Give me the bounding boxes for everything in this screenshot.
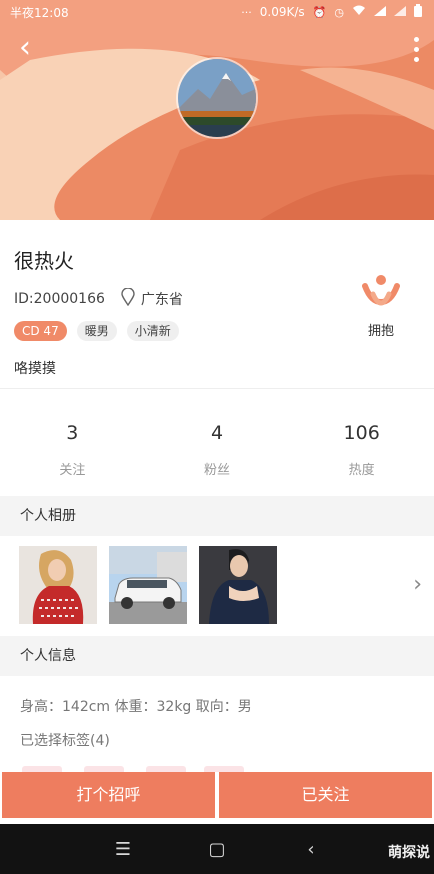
- greet-button[interactable]: 打个招呼: [2, 772, 215, 818]
- back-button[interactable]: ‹: [8, 30, 42, 68]
- clock-icon: ◷: [334, 5, 344, 19]
- nickname: 很热火: [14, 249, 74, 273]
- status-time: 半夜12:08: [10, 5, 69, 20]
- more-vertical-icon-dot: [413, 46, 419, 52]
- followed-button[interactable]: 已关注: [219, 772, 432, 818]
- photo-man-dark-suit: [199, 546, 277, 624]
- stat-fans[interactable]: 4 粉丝: [145, 389, 290, 496]
- chevron-right-icon[interactable]: ›: [413, 572, 422, 597]
- stat-value: 4: [210, 422, 224, 444]
- more-vertical-icon: [413, 36, 419, 42]
- more-dots-icon: ···: [241, 5, 252, 19]
- location-text: 广东省: [140, 292, 183, 308]
- stat-label: 关注: [59, 463, 86, 478]
- photo-woman-red-sweater: [19, 546, 97, 624]
- stat-label: 粉丝: [204, 463, 231, 478]
- network-speed: 0.09K/s: [259, 5, 305, 19]
- wifi-icon: [352, 5, 366, 19]
- stat-value: 106: [343, 422, 380, 444]
- bio-text: 咯摸摸: [14, 361, 56, 377]
- stat-following[interactable]: 3 关注: [0, 389, 145, 496]
- alarm-icon: ⏰: [312, 5, 327, 19]
- hug-icon: [362, 275, 400, 306]
- photo-white-suv: [109, 546, 187, 624]
- home-icon[interactable]: ▢: [205, 839, 229, 860]
- info-section-title: 个人信息: [0, 636, 434, 676]
- system-nav-bar: ☰ ▢ ‹: [0, 824, 434, 874]
- signal-icon: [374, 5, 386, 19]
- stat-popularity[interactable]: 106 热度: [289, 389, 434, 496]
- selected-tags-label[interactable]: 已选择标签(4): [20, 730, 110, 750]
- user-id: ID:20000166: [14, 291, 105, 307]
- chevron-left-icon: ‹: [19, 30, 31, 65]
- profile-header: 半夜12:08 ··· 0.09K/s ⏰ ◷ ‹: [0, 0, 434, 220]
- more-options-button[interactable]: [408, 34, 424, 64]
- status-bar: 半夜12:08 ··· 0.09K/s ⏰ ◷: [0, 0, 434, 24]
- location-pin-icon: [121, 287, 135, 310]
- avatar[interactable]: [176, 57, 258, 139]
- signal-icon: [394, 5, 406, 19]
- id-location-line: ID:20000166 广东省: [14, 287, 183, 310]
- action-bar: 打个招呼 已关注: [0, 772, 434, 822]
- tag: 暖男: [76, 321, 117, 341]
- stat-label: 热度: [348, 463, 375, 478]
- album-photo[interactable]: [19, 546, 97, 624]
- back-nav-icon[interactable]: ‹: [299, 839, 323, 860]
- stat-value: 3: [66, 422, 79, 444]
- battery-icon: [414, 4, 422, 20]
- stats-row: 3 关注 4 粉丝 106 热度: [0, 388, 434, 496]
- info-detail: 身高：142cm 体重：32kg 取向：男: [20, 699, 252, 715]
- more-vertical-icon-dot: [413, 56, 419, 62]
- info-section: 身高：142cm 体重：32kg 取向：男 已选择标签(4): [0, 676, 434, 772]
- menu-icon[interactable]: ☰: [111, 839, 135, 860]
- tag-list: CD 47 暖男 小清新: [14, 321, 179, 341]
- album-section-title: 个人相册: [0, 496, 434, 536]
- album-photo[interactable]: [109, 546, 187, 624]
- hug-button[interactable]: 拥抱: [356, 272, 406, 339]
- tag: CD 47: [14, 321, 67, 341]
- watermark: 萌探说: [388, 845, 430, 861]
- tag: 小清新: [126, 321, 179, 341]
- profile-info: 很热火 ID:20000166 广东省 CD 47 暖男 小清新 咯摸摸 拥抱: [0, 220, 434, 388]
- hug-label: 拥抱: [367, 324, 394, 339]
- album-strip: ›: [0, 536, 434, 636]
- album-photo[interactable]: [199, 546, 277, 624]
